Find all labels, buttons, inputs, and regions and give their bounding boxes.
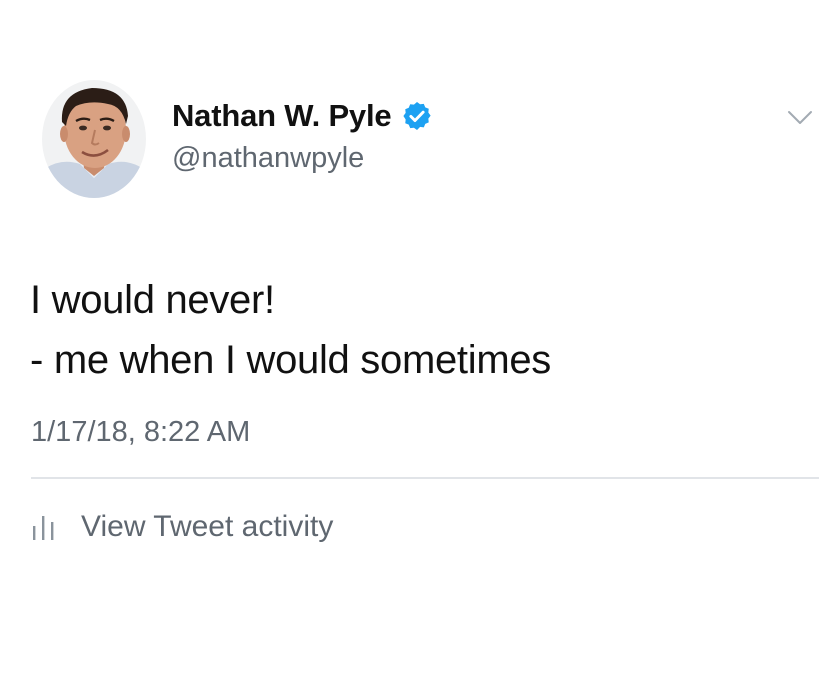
tweet-text-line: I would never! <box>30 278 275 322</box>
bar-chart-icon <box>33 516 54 540</box>
author-handle[interactable]: @nathanwpyle <box>172 142 364 175</box>
author-name-row[interactable]: Nathan W. Pyle <box>172 98 433 134</box>
avatar[interactable] <box>42 80 146 198</box>
tweet-text-line: - me when I would sometimes <box>30 338 551 382</box>
view-tweet-activity-label: View Tweet activity <box>81 510 334 543</box>
tweet-timestamp: 1/17/18, 8:22 AM <box>31 416 251 448</box>
chevron-down-icon[interactable] <box>786 108 814 128</box>
tweet-text: I would never! - me when I would sometim… <box>30 270 810 390</box>
author-display-name[interactable]: Nathan W. Pyle <box>172 98 392 134</box>
view-tweet-activity-button[interactable]: View Tweet activity <box>31 510 333 544</box>
verified-badge-icon <box>403 102 432 130</box>
divider <box>31 477 819 479</box>
